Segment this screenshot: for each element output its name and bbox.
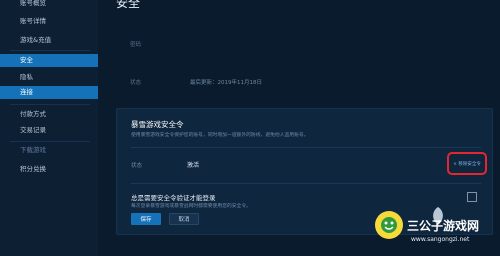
sidebar-divider bbox=[10, 141, 90, 142]
sidebar-item-points-redeem[interactable]: 积分兑换 bbox=[0, 163, 98, 176]
sidebar-item-privacy[interactable]: 隐私 bbox=[0, 71, 98, 84]
sidebar-item-payment-methods[interactable]: 付款方式 bbox=[0, 108, 98, 121]
require-authenticator-description: 每次登录暴雪游戏或暴雪战网时都需要使用您的安全令。 bbox=[131, 204, 251, 209]
card-divider bbox=[131, 147, 481, 148]
remove-authenticator-label: × 移除安全令 bbox=[453, 161, 481, 167]
page-title: 安全 bbox=[116, 0, 141, 10]
watermark-title: 三公子游戏网 bbox=[407, 219, 480, 233]
sidebar-item-download-games[interactable]: 下载游戏 bbox=[0, 144, 98, 157]
sidebar-item-transactions[interactable]: 交易记录 bbox=[0, 124, 98, 137]
state-value: 激活 bbox=[187, 162, 200, 169]
remove-authenticator-button[interactable]: × 移除安全令 bbox=[447, 152, 487, 175]
save-button[interactable]: 保存 bbox=[131, 213, 161, 225]
watermark: 三公子游戏网 www.sangongzi.net bbox=[355, 205, 500, 256]
sidebar-divider bbox=[10, 50, 90, 51]
require-authenticator-title: 总是需要安全令验证才能登录 bbox=[131, 194, 216, 202]
cancel-button[interactable]: 取消 bbox=[169, 213, 199, 225]
sidebar-item-account-overview[interactable]: 账号概览 bbox=[0, 0, 98, 10]
sidebar-item-account-details[interactable]: 账号详情 bbox=[0, 15, 98, 28]
sidebar-item-security[interactable]: 安全 bbox=[0, 54, 98, 67]
authenticator-description: 使用暴雪游戏安全令保护您的账号，同时增加一道额外的防线，避免他人盗用账号。 bbox=[131, 133, 309, 138]
watermark-logo-icon bbox=[375, 211, 403, 239]
sidebar-divider bbox=[10, 104, 90, 105]
card-divider bbox=[131, 183, 481, 184]
sidebar-item-games-recharge[interactable]: 游戏&充值 bbox=[0, 34, 98, 47]
require-authenticator-checkbox[interactable] bbox=[467, 192, 477, 202]
watermark-url: www.sangongzi.net bbox=[411, 236, 470, 243]
updated-label: 状态 bbox=[130, 80, 142, 86]
password-label: 密码 bbox=[130, 42, 142, 48]
state-label: 状态 bbox=[131, 163, 143, 169]
authenticator-title: 暴雪游戏安全令 bbox=[131, 120, 184, 129]
sidebar: 账号概览 账号详情 游戏&充值 安全 隐私 连接 付款方式 交易记录 下载游戏 … bbox=[0, 0, 99, 256]
sidebar-item-connections[interactable]: 连接 bbox=[0, 86, 98, 99]
updated-value: 最后更新：2019年11月18日 bbox=[190, 80, 262, 86]
